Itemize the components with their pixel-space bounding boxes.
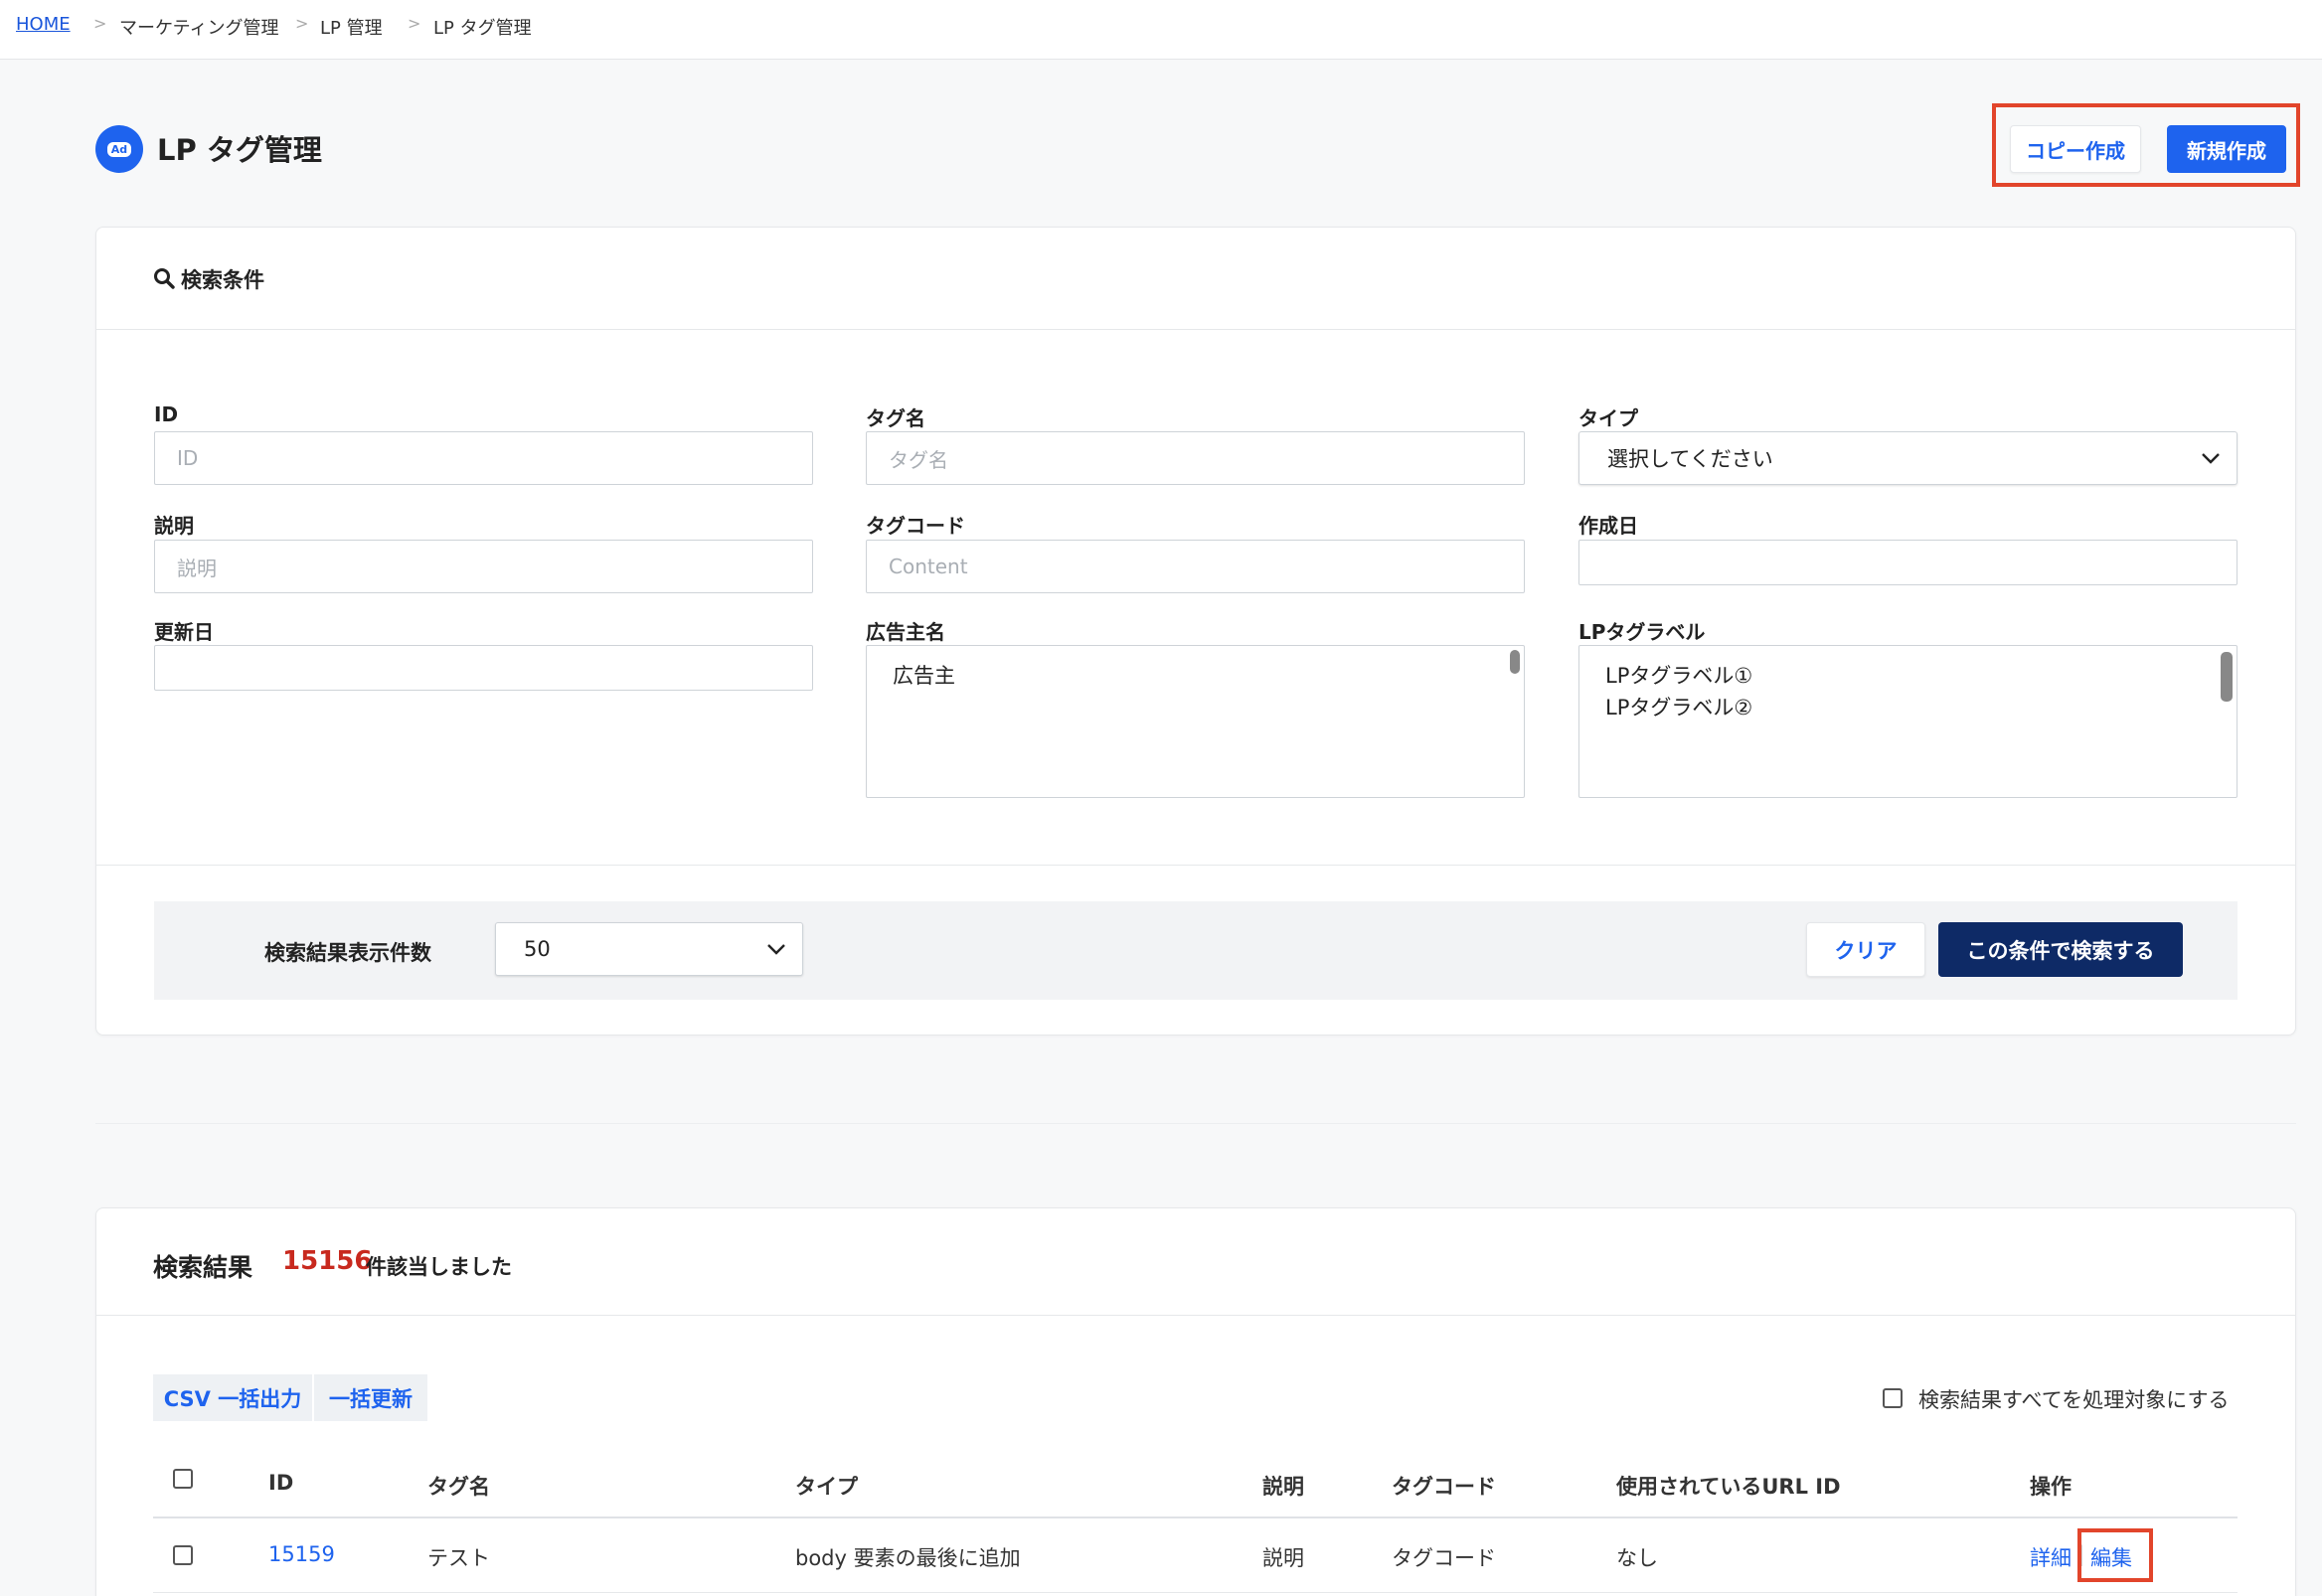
breadcrumb-item-current: LP タグ管理 [433, 18, 532, 39]
divider [153, 1592, 2238, 1593]
row-type: body 要素の最後に追加 [795, 1546, 1021, 1570]
divider [96, 1315, 2295, 1316]
divider [96, 865, 2295, 866]
column-header-description[interactable]: 説明 [1262, 1471, 1304, 1501]
clear-button[interactable]: クリア [1806, 922, 1925, 977]
row-tag-code: タグコード [1392, 1546, 1496, 1570]
breadcrumb-separator: > [93, 14, 107, 33]
column-header-url-id[interactable]: 使用されているURL ID [1616, 1471, 1841, 1501]
description-label: 説明 [154, 514, 194, 538]
search-icon [154, 268, 175, 289]
results-count-suffix: 件該当しました [366, 1255, 512, 1279]
tag-code-label: タグコード [866, 514, 965, 538]
results-title: 検索結果 [153, 1253, 253, 1282]
column-header-type[interactable]: タイプ [795, 1471, 858, 1501]
advertiser-label: 広告主名 [866, 620, 945, 644]
tag-code-input[interactable]: Content [866, 540, 1525, 593]
tag-name-input[interactable]: タグ名 [866, 431, 1525, 485]
select-all-rows-checkbox[interactable] [173, 1469, 193, 1489]
row-checkbox[interactable] [173, 1545, 193, 1565]
row-id-link[interactable]: 15159 [268, 1542, 335, 1566]
type-label: タイプ [1578, 406, 1638, 430]
id-label: ID [154, 402, 179, 426]
new-create-button[interactable]: 新規作成 [2167, 125, 2286, 173]
column-header-tag-name[interactable]: タグ名 [427, 1471, 490, 1501]
divider [95, 1123, 2296, 1124]
copy-create-button[interactable]: コピー作成 [2010, 125, 2141, 173]
created-date-label: 作成日 [1578, 514, 1638, 538]
scrollbar[interactable] [1510, 650, 1520, 674]
csv-export-button[interactable]: CSV 一括出力 [153, 1374, 312, 1421]
advertiser-listbox[interactable]: 広告主 [866, 645, 1525, 798]
updated-date-label: 更新日 [154, 620, 214, 644]
breadcrumb-separator: > [408, 14, 421, 33]
advertiser-option[interactable]: 広告主 [893, 660, 955, 690]
column-header-actions: 操作 [2030, 1475, 2072, 1499]
row-edit-link[interactable]: 編集 [2090, 1542, 2132, 1572]
divider [96, 329, 2295, 330]
scrollbar[interactable] [2221, 652, 2233, 702]
lp-tag-label-option[interactable]: LPタグラベル② [1605, 692, 1752, 721]
row-description: 説明 [1262, 1546, 1304, 1570]
description-input[interactable]: 説明 [154, 540, 813, 593]
breadcrumb-home-link[interactable]: HOME [16, 14, 71, 35]
created-date-input[interactable] [1578, 540, 2238, 585]
chevron-down-icon [2202, 453, 2220, 464]
column-header-tag-code[interactable]: タグコード [1392, 1471, 1496, 1501]
lp-tag-label-listbox[interactable]: LPタグラベル① LPタグラベル② [1578, 645, 2238, 798]
search-section-title: 検索条件 [181, 268, 264, 292]
chevron-down-icon [767, 944, 785, 955]
search-submit-button[interactable]: この条件で検索する [1938, 922, 2183, 977]
results-count: 15156 [282, 1246, 373, 1276]
select-all-results-label: 検索結果すべてを処理対象にする [1918, 1388, 2230, 1412]
breadcrumb-item-marketing[interactable]: マーケティング管理 [119, 14, 279, 40]
page-size-label: 検索結果表示件数 [264, 941, 431, 965]
updated-date-input[interactable] [154, 645, 813, 691]
row-tag-name: テスト [427, 1546, 490, 1570]
breadcrumb-item-lp[interactable]: LP 管理 [320, 14, 383, 40]
id-input[interactable]: ID [154, 431, 813, 485]
row-url-id: なし [1616, 1546, 1658, 1570]
type-select[interactable]: 選択してください [1578, 431, 2238, 485]
breadcrumb-separator: > [295, 14, 309, 33]
column-header-id[interactable]: ID [268, 1471, 293, 1495]
ad-icon: Ad [95, 125, 143, 173]
page-size-select[interactable]: 50 [495, 922, 803, 976]
bulk-update-button[interactable]: 一括更新 [314, 1374, 427, 1421]
divider [153, 1516, 2238, 1518]
tag-name-label: タグ名 [866, 406, 925, 430]
page-title: LP タグ管理 [157, 133, 322, 167]
select-all-results-checkbox[interactable] [1883, 1388, 1903, 1408]
lp-tag-label-label: LPタグラベル [1578, 620, 1706, 644]
lp-tag-label-option[interactable]: LPタグラベル① [1605, 660, 1752, 690]
row-detail-link[interactable]: 詳細 [2030, 1542, 2072, 1572]
